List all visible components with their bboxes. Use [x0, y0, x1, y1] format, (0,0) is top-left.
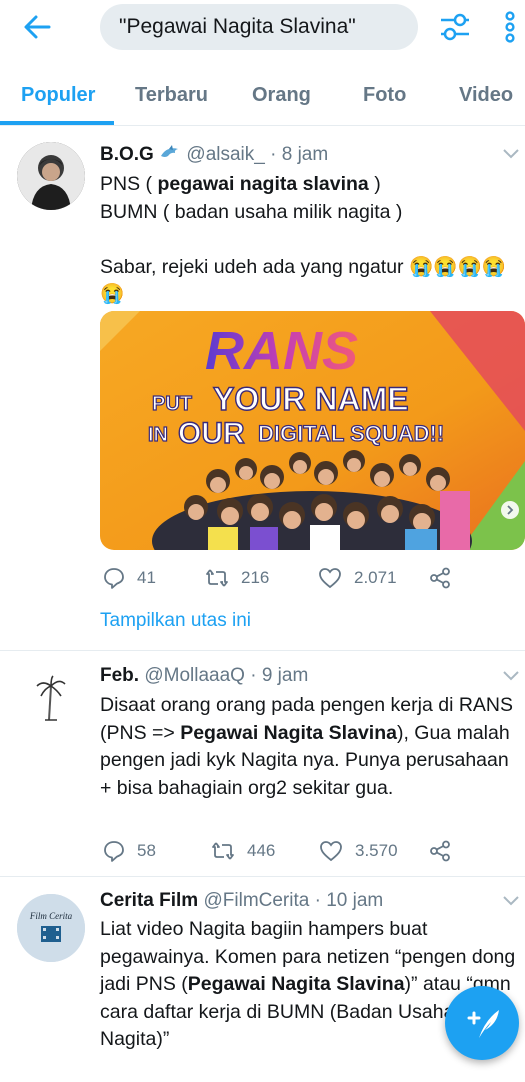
avatar-photo-icon — [17, 142, 85, 210]
tweet-header: Feb. @MollaaaQ · 9 jam — [100, 665, 308, 687]
active-tab-indicator — [0, 121, 114, 125]
reply-button[interactable]: 58 — [103, 838, 156, 864]
highlight-keyword: Pegawai Nagita Slavina — [187, 973, 405, 995]
rans-logo: RANS — [205, 321, 358, 381]
svg-text:PUT: PUT — [152, 393, 192, 415]
like-button[interactable]: 3.570 — [319, 838, 398, 864]
tweet-text: Disaat orang orang pada pengen kerja di … — [100, 694, 514, 799]
display-name[interactable]: Feb. — [100, 665, 139, 686]
search-input[interactable]: "Pegawai Nagita Slavina" — [100, 4, 418, 50]
share-icon — [430, 567, 450, 589]
search-tabs: Populer Terbaru Orang Foto Video — [0, 64, 525, 126]
display-name[interactable]: B.O.G — [100, 144, 154, 165]
display-name[interactable]: Cerita Film — [100, 890, 198, 911]
avatar-logo-text: Film Cerita — [29, 911, 73, 921]
user-handle[interactable]: @MollaaaQ — [144, 665, 245, 686]
reply-button[interactable]: 41 — [103, 565, 156, 591]
compose-tweet-button[interactable] — [445, 986, 519, 1060]
tab-terbaru[interactable]: Terbaru — [135, 64, 208, 126]
avatar[interactable]: Film Cerita — [17, 894, 85, 962]
retweet-icon — [206, 569, 228, 587]
compose-feather-icon — [467, 1010, 499, 1038]
film-cerita-avatar: Film Cerita — [17, 894, 85, 962]
like-button[interactable]: 2.071 — [318, 565, 397, 591]
tweet-actions: 41 216 2.071 — [100, 565, 520, 591]
tweet-header: B.O.G @alsaik_ · 8 jam — [100, 144, 328, 166]
reply-icon — [104, 568, 124, 589]
retweet-icon — [212, 842, 234, 860]
share-button[interactable] — [429, 565, 463, 591]
dolphin-emoji-icon — [159, 144, 181, 162]
retweet-button[interactable]: 446 — [211, 838, 275, 864]
svg-text:YOUR NAME: YOUR NAME — [213, 381, 409, 417]
tweet-media-image[interactable]: RANS PUT YOUR NAME IN OUR DIGITAL SQUAD!… — [100, 311, 525, 550]
chevron-down-icon[interactable] — [502, 148, 520, 160]
retweet-button[interactable]: 216 — [205, 565, 269, 591]
tab-orang[interactable]: Orang — [252, 64, 311, 126]
svg-text:OUR: OUR — [178, 417, 245, 450]
reply-icon — [104, 841, 124, 862]
share-icon — [430, 840, 450, 862]
tweet-header: Cerita Film @FilmCerita · 10 jam — [100, 890, 383, 912]
highlight-keyword: Pegawai Nagita Slavina — [180, 721, 397, 744]
highlight-keyword: pegawai nagita slavina — [157, 173, 369, 195]
avatar[interactable] — [17, 668, 85, 736]
palm-tree-avatar-icon — [17, 668, 85, 736]
tweet-text: PNS ( pegawai nagita slavina ) BUMN ( ba… — [100, 173, 507, 305]
chevron-down-icon[interactable] — [502, 670, 520, 682]
user-handle[interactable]: @FilmCerita — [203, 890, 309, 911]
share-button[interactable] — [429, 838, 463, 864]
top-bar: "Pegawai Nagita Slavina" — [0, 0, 525, 56]
avatar[interactable] — [17, 142, 85, 210]
tab-foto[interactable]: Foto — [363, 64, 406, 126]
tweet-time: · 10 jam — [314, 890, 384, 911]
divider — [0, 876, 525, 877]
tweet-actions: 58 446 3.570 — [100, 838, 520, 864]
more-options-icon[interactable] — [502, 10, 518, 44]
back-arrow-icon[interactable] — [22, 12, 52, 42]
tweet-time: · 8 jam — [270, 144, 329, 165]
search-filter-icon[interactable] — [438, 10, 472, 44]
user-handle[interactable]: @alsaik_ — [186, 144, 264, 165]
heart-icon — [320, 841, 342, 862]
rans-banner-image: RANS PUT YOUR NAME IN OUR DIGITAL SQUAD!… — [100, 311, 525, 550]
heart-icon — [319, 568, 341, 589]
crying-emoji: 😭 — [408, 255, 434, 278]
tab-video[interactable]: Video — [459, 64, 513, 126]
svg-text:IN: IN — [148, 424, 168, 446]
svg-text:DIGITAL SQUAD!!: DIGITAL SQUAD!! — [258, 421, 444, 446]
divider — [0, 650, 525, 651]
tweet-time: · 9 jam — [250, 665, 309, 686]
show-thread-link[interactable]: Tampilkan utas ini — [100, 610, 251, 632]
tab-populer[interactable]: Populer — [21, 64, 95, 126]
chevron-down-icon[interactable] — [502, 895, 520, 907]
